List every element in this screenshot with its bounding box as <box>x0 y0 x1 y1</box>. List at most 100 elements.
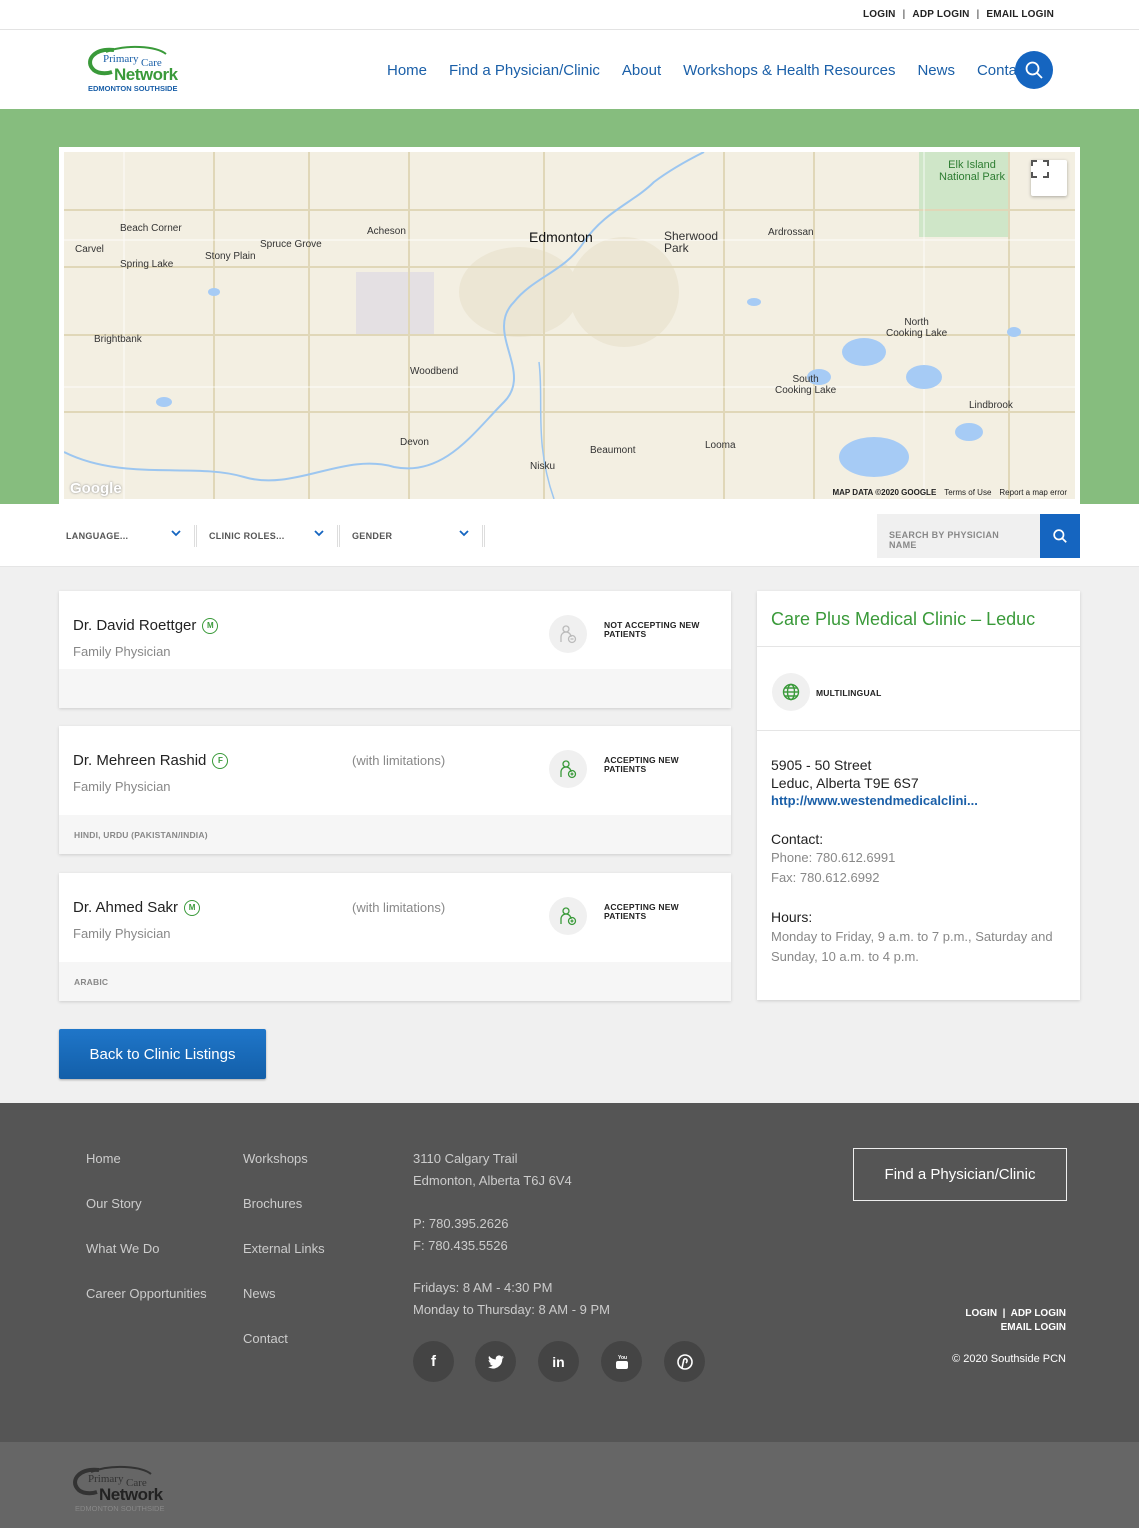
email-login-link[interactable]: EMAIL LOGIN <box>986 9 1054 20</box>
nav-find-physician[interactable]: Find a Physician/Clinic <box>449 62 600 79</box>
nav-news[interactable]: News <box>917 62 955 79</box>
languages-footer: HINDI, URDU (PAKISTAN/INDIA) <box>59 815 731 854</box>
clinic-roles-select[interactable]: CLINIC ROLES... <box>202 525 340 547</box>
gender-badge: M <box>184 899 201 916</box>
clinic-website-link[interactable]: http://www.westendmedicalclini... <box>771 793 978 808</box>
accepting-icon <box>549 897 587 935</box>
facebook-icon[interactable]: f <box>413 1341 454 1382</box>
physician-name: Dr. David Roettger <box>73 617 197 634</box>
physician-card[interactable]: Dr. David Roettger M Family Physician NOT… <box>59 591 731 708</box>
footer-login-links: LOGIN | ADP LOGIN EMAIL LOGIN <box>965 1308 1066 1333</box>
fullscreen-button[interactable] <box>1031 160 1067 196</box>
footer-hours-1: Fridays: 8 AM - 4:30 PM <box>413 1280 553 1295</box>
map-band: Edmonton Sherwood Park Elk Island Nation… <box>0 109 1139 504</box>
physician-search-input[interactable]: SEARCH BY PHYSICIAN NAME <box>877 514 1040 558</box>
nav-home[interactable]: Home <box>387 62 427 79</box>
footer-address-2: Edmonton, Alberta T6J 6V4 <box>413 1173 572 1188</box>
footer-fax: F: 780.435.5526 <box>413 1238 508 1253</box>
google-map[interactable]: Edmonton Sherwood Park Elk Island Nation… <box>64 152 1075 499</box>
search-button[interactable] <box>1015 51 1053 89</box>
map-label-acheson: Acheson <box>367 226 406 237</box>
copyright: © 2020 Southside PCN <box>952 1353 1066 1365</box>
map-label-north-cooking-lake: North Cooking Lake <box>886 317 948 339</box>
multilingual-label: MULTILINGUAL <box>816 688 882 698</box>
back-to-clinic-listings-button[interactable]: Back to Clinic Listings <box>59 1029 266 1079</box>
map-label-devon: Devon <box>400 437 429 448</box>
footer-link-careers[interactable]: Career Opportunities <box>86 1286 207 1301</box>
map-label-stony-plain: Stony Plain <box>205 251 256 262</box>
map-label-ardrossan: Ardrossan <box>768 227 814 238</box>
pcn-logo[interactable]: Primary Care Network EDMONTON SOUTHSIDE <box>86 44 186 94</box>
acceptance-status: ACCEPTING NEW PATIENTS <box>604 902 679 921</box>
physician-role: Family Physician <box>73 644 171 659</box>
map-label-south-cooking-lake: South Cooking Lake <box>775 374 837 396</box>
login-link[interactable]: LOGIN <box>863 9 896 20</box>
map-label-carvel: Carvel <box>75 244 104 255</box>
google-logo: Google <box>70 480 122 497</box>
map-label-sherwood: Sherwood Park <box>664 229 719 255</box>
footer-link-brochures[interactable]: Brochures <box>243 1196 302 1211</box>
hours-heading: Hours: <box>771 909 813 925</box>
nav-workshops[interactable]: Workshops & Health Resources <box>683 62 895 79</box>
search-icon <box>1053 529 1067 543</box>
physician-search-button[interactable] <box>1040 514 1080 558</box>
footer-email-login-link[interactable]: EMAIL LOGIN <box>1001 1322 1066 1333</box>
physician-role: Family Physician <box>73 779 171 794</box>
site-footer: Home Our Story What We Do Career Opportu… <box>0 1103 1139 1442</box>
map-label-woodbend: Woodbend <box>410 366 459 377</box>
clinic-hours: Monday to Friday, 9 a.m. to 7 p.m., Satu… <box>771 929 1053 964</box>
not-accepting-icon <box>549 615 587 653</box>
linkedin-icon[interactable]: in <box>538 1341 579 1382</box>
report-map-error-link[interactable]: Report a map error <box>999 488 1067 497</box>
acceptance-status: NOT ACCEPTING NEW PATIENTS <box>604 620 700 639</box>
acceptance-status: ACCEPTING NEW PATIENTS <box>604 755 679 774</box>
map-label-looma: Looma <box>705 440 736 451</box>
chevron-down-icon <box>314 530 324 537</box>
footer-link-contact[interactable]: Contact <box>243 1331 288 1346</box>
physician-card[interactable]: Dr. Mehreen Rashid F Family Physician (wi… <box>59 726 731 854</box>
footer-link-external-links[interactable]: External Links <box>243 1241 325 1256</box>
footer-phone: P: 780.395.2626 <box>413 1216 509 1231</box>
footer-login-link[interactable]: LOGIN <box>965 1308 997 1319</box>
twitter-icon[interactable] <box>475 1341 516 1382</box>
clinic-address: 5905 - 50 Street Leduc, Alberta T9E 6S7 <box>771 757 919 791</box>
footer-link-workshops[interactable]: Workshops <box>243 1151 308 1166</box>
site-header: Primary Care Network EDMONTON SOUTHSIDE … <box>0 30 1139 109</box>
divider <box>757 730 1080 731</box>
footer-hours-2: Monday to Thursday: 8 AM - 9 PM <box>413 1302 611 1317</box>
physician-role: Family Physician <box>73 926 171 941</box>
accepting-icon <box>549 750 587 788</box>
clinic-fax: Fax: 780.612.6992 <box>771 870 880 885</box>
utility-bar: LOGIN | ADP LOGIN | EMAIL LOGIN <box>0 0 1139 30</box>
map-label-edmonton: Edmonton <box>529 229 593 245</box>
adp-login-link[interactable]: ADP LOGIN <box>912 9 969 20</box>
footer-logo[interactable]: Primary Care Network EDMONTON SOUTHSIDE <box>73 1464 173 1514</box>
filter-bar: LANGUAGE... CLINIC ROLES... GENDER SEARC… <box>0 504 1139 567</box>
clinic-info-panel: Care Plus Medical Clinic – Leduc MULTILI… <box>757 591 1080 1000</box>
languages-footer <box>59 669 731 708</box>
physician-card[interactable]: Dr. Ahmed Sakr M Family Physician (with l… <box>59 873 731 1001</box>
footer-address-1: 3110 Calgary Trail <box>413 1151 518 1166</box>
svg-text:You: You <box>618 1355 627 1361</box>
youtube-icon[interactable]: You <box>601 1341 642 1382</box>
footer-find-physician-button[interactable]: Find a Physician/Clinic <box>853 1148 1067 1201</box>
footer-adp-login-link[interactable]: ADP LOGIN <box>1011 1308 1066 1319</box>
physician-name: Dr. Ahmed Sakr <box>73 899 179 916</box>
map-label-nisku: Nisku <box>530 461 556 472</box>
clinic-phone: Phone: 780.612.6991 <box>771 850 896 865</box>
map-label-brightbank: Brightbank <box>94 334 142 345</box>
chevron-down-icon <box>459 530 469 537</box>
gender-select[interactable]: GENDER <box>345 525 485 547</box>
nav-about[interactable]: About <box>622 62 661 79</box>
footer-link-what-we-do[interactable]: What We Do <box>86 1241 159 1256</box>
footer-link-our-story[interactable]: Our Story <box>86 1196 142 1211</box>
footer-link-home[interactable]: Home <box>86 1151 121 1166</box>
footer-link-news[interactable]: News <box>243 1286 276 1301</box>
pinterest-icon[interactable] <box>664 1341 705 1382</box>
language-select[interactable]: LANGUAGE... <box>59 525 197 547</box>
limitations-note: (with limitations) <box>352 753 446 768</box>
terms-link[interactable]: Terms of Use <box>944 488 991 497</box>
map-label-beach-corner: Beach Corner <box>120 223 182 234</box>
map-label-beaumont: Beaumont <box>590 445 636 456</box>
main-nav: Home Find a Physician/Clinic About Works… <box>387 62 1051 79</box>
